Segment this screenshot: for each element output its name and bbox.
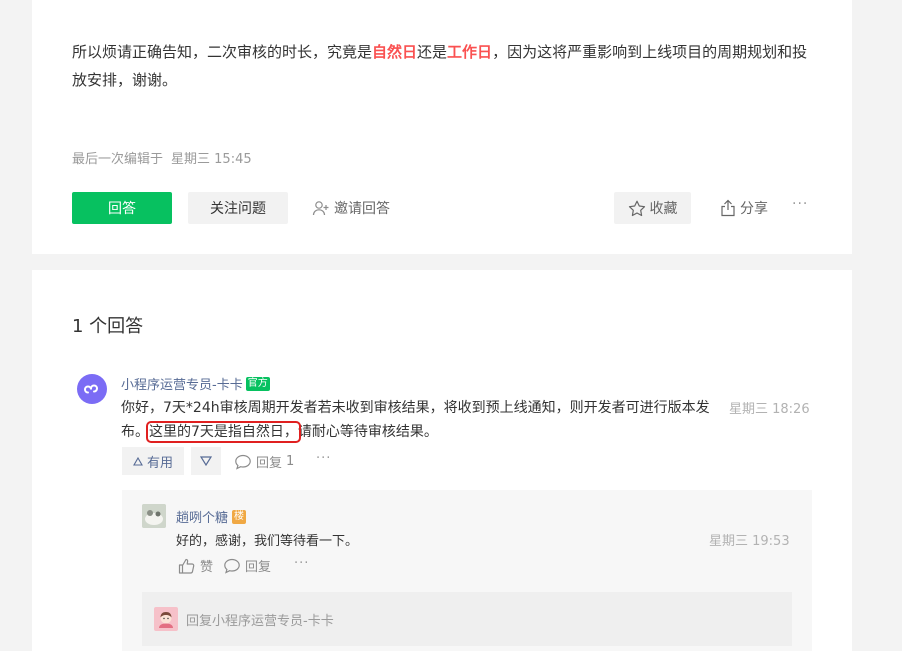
- user-avatar-icon: [159, 612, 173, 628]
- answer-highlighted-text: 这里的7天是指自然日，: [146, 421, 301, 443]
- share-label: 分享: [740, 201, 768, 217]
- answer-count: 1 个回答: [72, 316, 144, 337]
- reply-count: 1: [286, 454, 295, 469]
- answer-button[interactable]: 回答: [72, 192, 172, 224]
- not-useful-button[interactable]: [191, 447, 221, 475]
- reply-text: 好的，感谢，我们等待看一下。: [176, 534, 359, 549]
- answers-card: 1 个回答 小程序运营专员-卡卡 官方 你好，7天*24h审核周期开发者若未收到…: [32, 270, 852, 651]
- avatar[interactable]: [77, 374, 107, 404]
- reply-author[interactable]: 趟咧个糖 楼: [176, 507, 247, 526]
- reply-time: 星期三 19:53: [709, 534, 790, 549]
- more-options-button[interactable]: ···: [792, 196, 808, 212]
- answer-more-button[interactable]: ···: [316, 451, 331, 466]
- answer-time: 星期三 18:26: [729, 402, 810, 417]
- question-body: 所以烦请正确告知，二次审核的时长，究竟是自然日还是工作日，因为这将严重影响到上线…: [72, 38, 817, 94]
- reply-label: 回复: [256, 456, 283, 471]
- last-edited-label: 最后一次编辑于: [72, 152, 164, 167]
- favorite-label: 收藏: [649, 201, 678, 217]
- invite-answer-button[interactable]: 邀请回答: [312, 192, 412, 224]
- add-user-icon: [312, 200, 330, 216]
- comment-icon: [223, 558, 241, 574]
- reply-author-name[interactable]: 趟咧个糖: [176, 507, 228, 526]
- reply-input-field[interactable]: 回复小程序运营专员-卡卡: [142, 592, 792, 646]
- favorite-button[interactable]: 收藏: [614, 192, 691, 224]
- user-photo-icon: [142, 504, 166, 528]
- question-highlight-work-day: 工作日: [447, 43, 493, 61]
- official-badge: 官方: [245, 376, 270, 391]
- follow-question-label: 关注问题: [210, 201, 266, 217]
- last-edited: 最后一次编辑于 星期三 15:45: [72, 148, 252, 167]
- triangle-up-icon: [133, 456, 143, 466]
- useful-label: 有用: [146, 455, 173, 471]
- question-card: 所以烦请正确告知，二次审核的时长，究竟是自然日还是工作日，因为这将严重影响到上线…: [32, 0, 852, 254]
- like-button[interactable]: 赞: [178, 556, 213, 575]
- share-button[interactable]: 分享: [714, 192, 774, 224]
- reply-to-reply-label: 回复: [245, 560, 272, 575]
- useful-button[interactable]: 有用: [122, 447, 184, 475]
- avatar: [154, 607, 178, 631]
- like-label: 赞: [200, 560, 214, 575]
- reply-thread: 趟咧个糖 楼 好的，感谢，我们等待看一下。 星期三 19:53 赞 回复 ···…: [122, 490, 812, 651]
- thumbs-up-icon: [178, 558, 196, 574]
- reply-to-reply-button[interactable]: 回复: [223, 556, 271, 575]
- comment-icon: [234, 454, 252, 470]
- question-text-part: 所以烦请正确告知，二次审核的时长，究竟是: [72, 43, 373, 61]
- answer-author-name[interactable]: 小程序运营专员-卡卡: [121, 374, 243, 393]
- owner-badge: 楼: [232, 509, 247, 524]
- answer-body: 你好，7天*24h审核周期开发者若未收到审核结果，将收到预上线通知，则开发者可进…: [121, 396, 721, 444]
- question-highlight-natural-day: 自然日: [372, 43, 418, 61]
- reply-more-button[interactable]: ···: [294, 556, 309, 571]
- avatar[interactable]: [142, 504, 166, 528]
- reply-input-placeholder: 回复小程序运营专员-卡卡: [186, 613, 334, 629]
- star-icon: [628, 200, 646, 217]
- reply-button[interactable]: 回复 1: [234, 452, 294, 471]
- answer-text-part: 请耐心等待审核结果。: [297, 424, 438, 440]
- answer-button-label: 回答: [108, 201, 136, 217]
- triangle-down-icon: [200, 456, 212, 466]
- last-edited-time: 星期三 15:45: [171, 152, 252, 167]
- answer-author[interactable]: 小程序运营专员-卡卡 官方: [121, 374, 270, 393]
- follow-question-button[interactable]: 关注问题: [188, 192, 288, 224]
- invite-answer-label: 邀请回答: [334, 201, 390, 217]
- question-text-part: 还是: [417, 43, 448, 61]
- mini-program-logo-icon: [84, 384, 98, 394]
- share-icon: [720, 199, 736, 217]
